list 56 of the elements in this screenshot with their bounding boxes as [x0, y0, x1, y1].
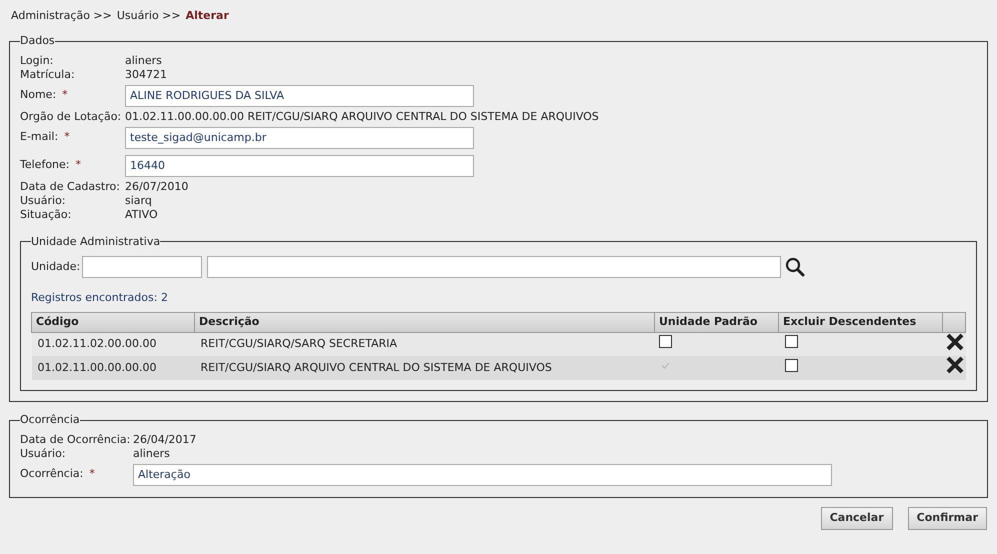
field-value: aliners — [133, 446, 170, 460]
column-header: Unidade Padrão — [654, 312, 778, 332]
search-icon[interactable] — [785, 257, 806, 277]
field-label: Usuário: — [20, 194, 67, 208]
text-field[interactable]: Alteração — [133, 464, 832, 486]
required-mark: * — [89, 466, 95, 482]
checkbox[interactable] — [658, 335, 672, 348]
text-field[interactable]: ALINE RODRIGUES DA SILVA — [125, 84, 474, 106]
section-legend: Dados — [20, 33, 55, 50]
records-count: Registros encontrados: 2 — [31, 290, 169, 306]
field-label: E-mail: — [20, 129, 58, 146]
field-value: 304721 — [125, 68, 167, 82]
field-label: Matrícula: — [20, 68, 76, 82]
field-value: 26/04/2017 — [133, 432, 196, 446]
checkbox[interactable] — [784, 358, 798, 372]
field-label: Data de Ocorrência: — [20, 432, 132, 446]
field-label: Ocorrência: — [20, 466, 84, 482]
close-icon — [946, 332, 964, 350]
column-header: Excluir Descendentes — [778, 312, 942, 332]
breadcrumb-current: Alterar — [186, 8, 229, 24]
breadcrumb-link[interactable]: Usuário >> — [116, 8, 181, 24]
breadcrumb-link[interactable]: Administração >> — [11, 8, 112, 24]
field-value: aliners — [125, 54, 162, 68]
column-header: Código — [32, 312, 194, 332]
field-label: Nome: — [20, 87, 56, 104]
text-field[interactable]: teste_sigad@unicamp.br — [125, 126, 474, 148]
field-value: ATIVO — [125, 208, 158, 222]
table-cell: REIT/CGU/SIARQ ARQUIVO CENTRAL DO SISTEMA DE ARQUIVOS — [194, 356, 654, 380]
remove-button[interactable] — [946, 356, 964, 374]
section-legend: Unidade Administrativa — [31, 234, 160, 250]
field-value: 26/07/2010 — [125, 180, 188, 194]
field-label: Login: — [20, 54, 54, 68]
field-label: Telefone: — [20, 157, 70, 174]
column-header: Descrição — [194, 312, 654, 332]
field-label: Situação: — [20, 208, 72, 222]
field-label: Unidade: — [31, 258, 80, 275]
field-value: siarq — [125, 194, 152, 208]
checkbox[interactable] — [784, 335, 798, 348]
remove-button[interactable] — [946, 332, 964, 350]
required-mark: * — [76, 157, 81, 174]
section-legend: Ocorrência — [20, 412, 80, 428]
text-field[interactable]: 16440 — [125, 154, 474, 176]
table-cell: REIT/CGU/SIARQ/SARQ SECRETARIA — [194, 332, 654, 356]
field-label: Orgão de Lotação: — [20, 110, 122, 124]
code-field[interactable] — [82, 256, 202, 278]
form-button[interactable]: Confirmar — [908, 506, 987, 530]
field-label: Usuário: — [20, 446, 67, 460]
required-mark: * — [62, 87, 68, 104]
required-mark: * — [64, 129, 70, 146]
description-field[interactable] — [207, 256, 782, 278]
table-cell: 01.02.11.00.00.00.00 — [32, 356, 194, 380]
close-icon — [946, 356, 964, 374]
form-button[interactable]: Cancelar — [820, 506, 893, 530]
field-value: 01.02.11.00.00.00.00 REIT/CGU/SIARQ ARQUIVO CENTRAL DO SISTEMA DE ARQUIVOS — [125, 110, 599, 124]
field-label: Data de Cadastro: — [20, 180, 121, 194]
table-cell: 01.02.11.02.00.00.00 — [32, 332, 194, 356]
